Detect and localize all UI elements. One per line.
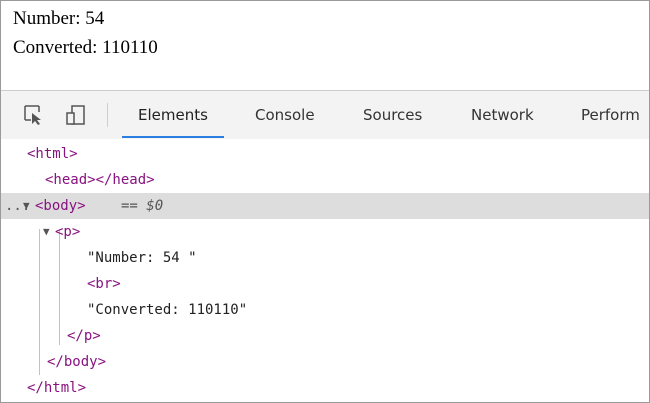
- dom-node-body[interactable]: ... ▼ <body> == $0: [1, 193, 649, 219]
- select-element-icon[interactable]: [23, 104, 45, 126]
- elements-panel: <html> <head></head> ... ▼ <body> == $0 …: [1, 139, 649, 402]
- text-node-converted: "Converted: 110110": [87, 302, 248, 318]
- tab-performance[interactable]: Perform: [581, 91, 640, 137]
- p-close-tag: </p>: [67, 328, 101, 344]
- dom-node-p[interactable]: ▼ <p>: [1, 219, 649, 245]
- dom-node-html[interactable]: <html>: [1, 141, 649, 167]
- br-tag: <br>: [87, 276, 121, 292]
- dom-node-text[interactable]: "Number: 54 ": [1, 245, 649, 271]
- tab-console[interactable]: Console: [255, 91, 315, 137]
- converted-text: Converted: 110110: [13, 37, 158, 58]
- text-node-number: "Number: 54 ": [87, 250, 197, 266]
- toolbar-separator: [107, 103, 108, 127]
- dom-node-html-close[interactable]: </html>: [1, 375, 649, 401]
- tab-sources[interactable]: Sources: [363, 91, 422, 137]
- html-open-tag: <html>: [27, 146, 78, 162]
- dom-node-br[interactable]: <br>: [1, 271, 649, 297]
- dom-node-head[interactable]: <head></head>: [1, 167, 649, 193]
- body-open-tag: <body>: [35, 198, 86, 214]
- html-close-tag: </html>: [27, 380, 87, 396]
- device-toolbar-icon[interactable]: [65, 104, 87, 126]
- head-tag: <head></head>: [45, 172, 155, 188]
- dom-node-text[interactable]: "Converted: 110110": [1, 297, 649, 323]
- p-open-tag: <p>: [55, 224, 81, 240]
- dom-node-p-close[interactable]: </p>: [1, 323, 649, 349]
- dom-node-body-close[interactable]: </body>: [1, 349, 649, 375]
- tab-elements[interactable]: Elements: [122, 91, 224, 138]
- rendered-page: Number: 54 Converted: 110110: [1, 1, 649, 85]
- devtools-toolbar: Elements Console Sources Network Perform: [1, 90, 649, 140]
- number-text: Number: 54: [13, 8, 105, 29]
- expand-triangle-icon[interactable]: ▼: [23, 193, 30, 219]
- browser-window: Number: 54 Converted: 110110 Elements Co…: [0, 0, 650, 403]
- body-close-tag: </body>: [47, 354, 107, 370]
- selected-marker: == $0: [121, 198, 164, 214]
- tab-network[interactable]: Network: [471, 91, 534, 137]
- expand-triangle-icon[interactable]: ▼: [43, 219, 50, 245]
